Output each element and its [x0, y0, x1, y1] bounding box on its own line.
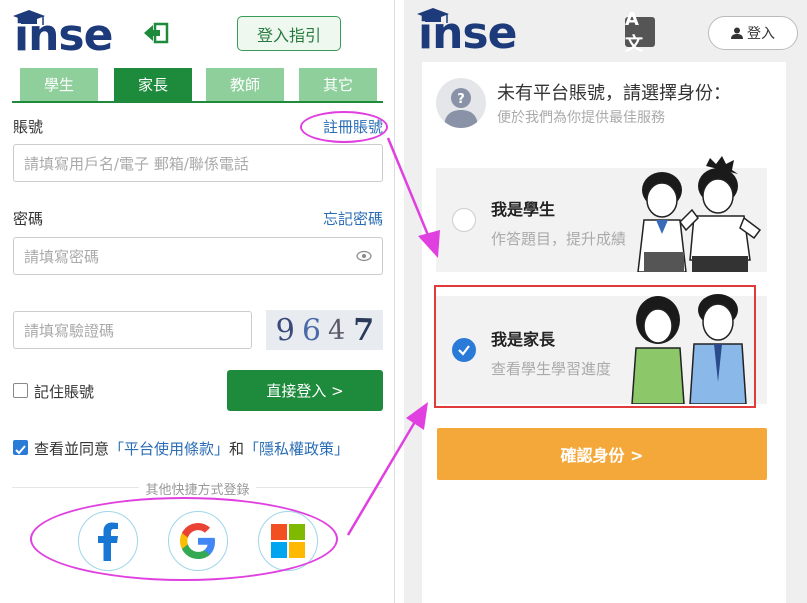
- brand-logo: inse: [13, 10, 113, 61]
- captcha-input[interactable]: 請填寫驗證碼: [13, 311, 252, 349]
- terms-link[interactable]: 「平台使用條款」: [109, 440, 229, 458]
- tab-teacher[interactable]: 教師: [206, 68, 284, 101]
- role-desc: 作答題目，提升成績: [491, 230, 627, 248]
- students-illustration: [637, 156, 762, 272]
- agreement-text: 查看並同意「平台使用條款」和「隱私權政策」: [34, 438, 349, 459]
- login-guide-button[interactable]: 登入指引: [237, 16, 341, 51]
- page-title: 未有平台賬號，請選擇身份：: [497, 83, 731, 104]
- captcha-digit: 4: [327, 314, 346, 346]
- role-name: 我是學生: [491, 200, 556, 219]
- password-label: 密碼: [13, 210, 44, 228]
- captcha-digit: 6: [300, 312, 322, 348]
- password-input[interactable]: 請填寫密碼: [13, 237, 383, 275]
- checkmark-icon: [15, 445, 26, 455]
- captcha-digit: 7: [351, 312, 375, 348]
- role-option-student[interactable]: 我是學生 作答題目，提升成績: [436, 156, 767, 272]
- page-subtitle: 便於我們為你提供最佳服務: [497, 110, 665, 126]
- confirm-role-button[interactable]: 確認身份 >: [437, 428, 767, 480]
- agree-prefix: 查看並同意: [34, 440, 110, 458]
- captcha-digit: 9: [274, 311, 296, 349]
- other-login-label: 其他快捷方式登錄: [0, 479, 395, 498]
- annotation-oval-social: [30, 497, 338, 581]
- direct-login-button[interactable]: 直接登入 >: [227, 370, 383, 411]
- agree-checkbox[interactable]: [13, 440, 28, 455]
- translate-icon[interactable]: A文: [625, 9, 655, 55]
- graduation-cap-icon: [417, 8, 449, 23]
- remember-label: 記住賬號: [34, 383, 95, 401]
- account-input[interactable]: 請填寫用戶名/電子 郵箱/聯係電話: [13, 144, 383, 182]
- agree-and: 和: [229, 440, 245, 458]
- brand-logo: inse: [417, 8, 517, 59]
- forgot-password-link[interactable]: 忘記密碼: [323, 208, 383, 229]
- user-icon: [731, 27, 743, 39]
- captcha-image[interactable]: 9 6 4 7: [266, 310, 383, 350]
- account-label: 賬號: [13, 118, 44, 136]
- selected-role-highlight: [434, 285, 756, 408]
- privacy-link[interactable]: 「隱私權政策」: [244, 440, 349, 458]
- password-placeholder: 請填寫密碼: [24, 247, 100, 266]
- unknown-user-icon: ?: [444, 88, 478, 128]
- remember-checkbox[interactable]: [13, 383, 28, 398]
- role-tabs: 學生 家長 教師 其它: [12, 68, 383, 103]
- eye-icon[interactable]: [356, 250, 372, 262]
- exit-icon[interactable]: [143, 22, 169, 44]
- signin-label: 登入: [747, 26, 775, 42]
- avatar: ?: [436, 78, 486, 128]
- annotation-oval-register: [300, 111, 388, 143]
- svg-text:?: ?: [457, 92, 465, 107]
- tab-other[interactable]: 其它: [299, 68, 377, 101]
- signin-button[interactable]: 登入: [708, 16, 798, 50]
- tab-parent[interactable]: 家長: [114, 68, 192, 101]
- student-radio[interactable]: [452, 208, 476, 232]
- tab-student[interactable]: 學生: [20, 68, 98, 101]
- graduation-cap-icon: [13, 10, 45, 25]
